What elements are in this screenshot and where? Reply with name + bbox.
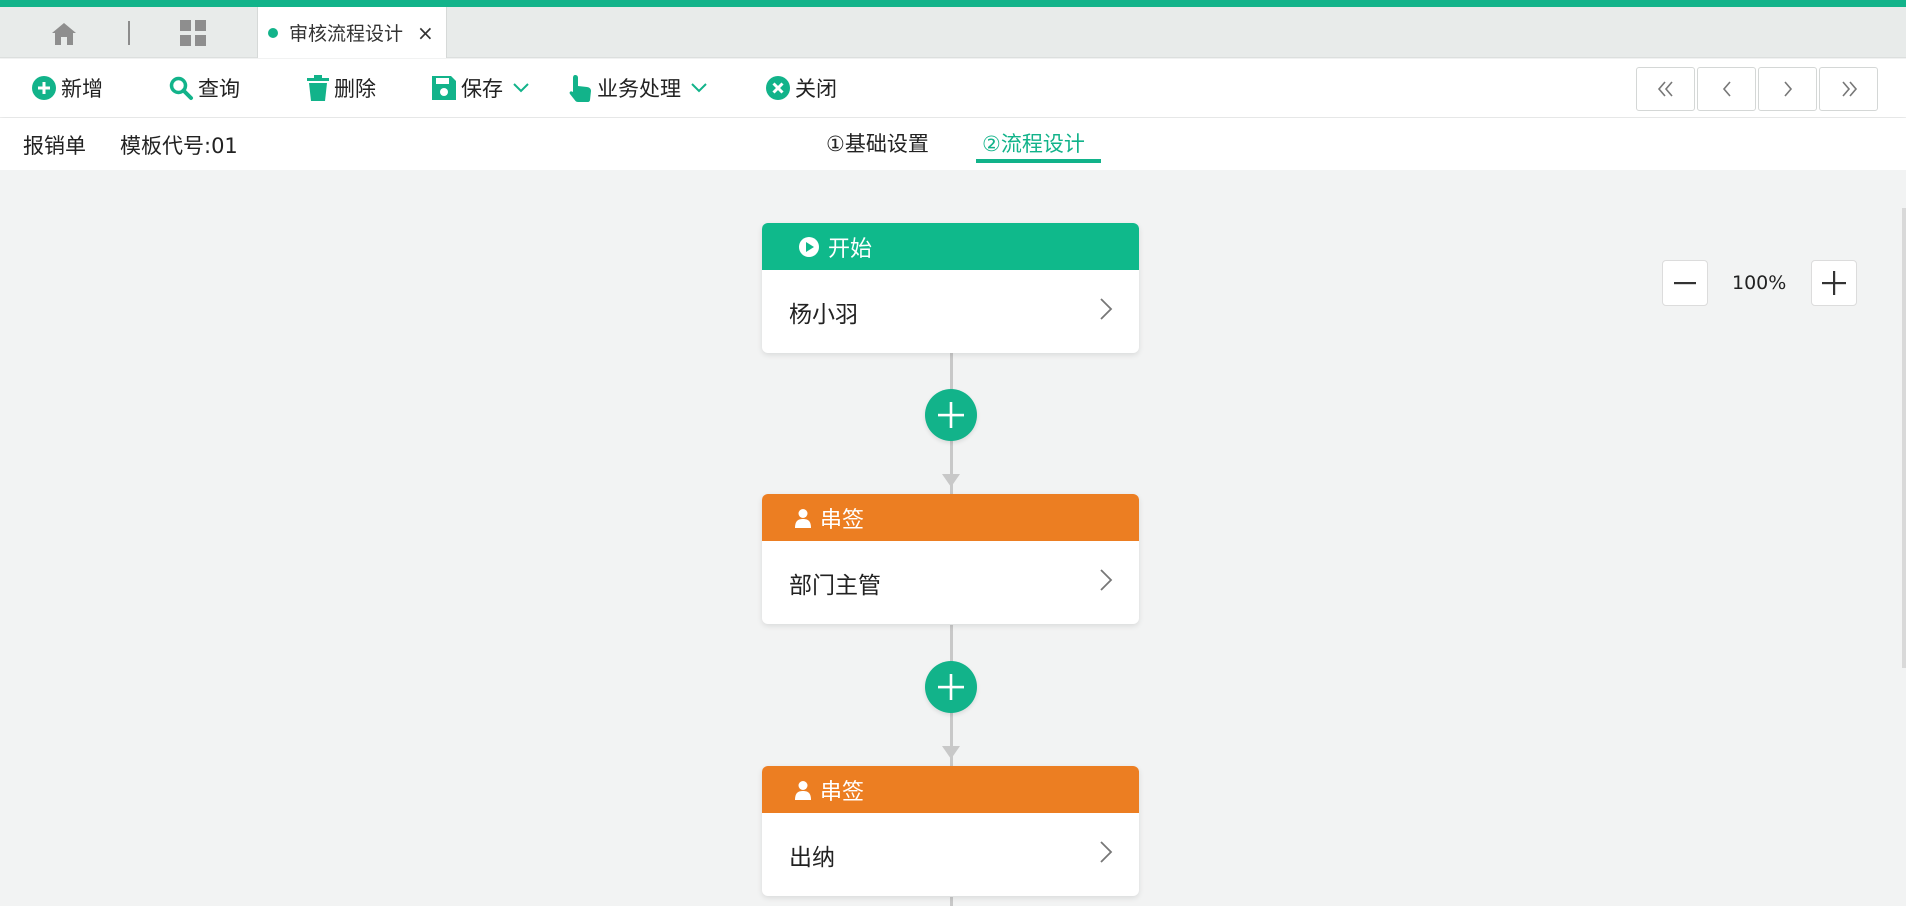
save-icon (432, 76, 456, 100)
last-page-button[interactable] (1819, 67, 1878, 111)
arrow-down-icon (942, 474, 960, 487)
flow-node-sign[interactable]: 串签 出纳 (762, 766, 1139, 896)
next-page-button[interactable] (1758, 67, 1817, 111)
chevron-right-icon (1100, 298, 1113, 320)
add-node-button[interactable] (925, 661, 977, 713)
plus-icon (938, 674, 964, 700)
node-title: 串签 (820, 507, 865, 533)
close-tab-icon[interactable]: × (417, 23, 434, 43)
node-assignee: 部门主管 (789, 572, 881, 599)
first-page-button[interactable] (1636, 67, 1695, 111)
node-header: 串签 (762, 766, 1139, 813)
active-tab-dot (268, 27, 278, 38)
prev-page-button[interactable] (1697, 67, 1756, 111)
chevron-down-icon (691, 83, 707, 93)
minus-icon (1674, 282, 1696, 285)
document-type-label: 报销单 (23, 134, 86, 158)
flow-node-sign[interactable]: 串签 部门主管 (762, 494, 1139, 624)
business-process-button[interactable]: 业务处理 (569, 69, 711, 107)
flow-canvas[interactable]: 100% 开始 杨小羽 串签 部门主管 串签 出纳 (0, 170, 1906, 906)
zoom-in-button[interactable] (1811, 260, 1857, 306)
last-page-icon (1841, 81, 1857, 97)
vertical-scrollbar[interactable] (1902, 208, 1906, 668)
plus-circle-icon (32, 76, 56, 100)
toolbar: 新增 查询 删除 保存 业务处理 关闭 (0, 59, 1906, 117)
zoom-level: 100% (1732, 272, 1787, 294)
form-subheader: 报销单 模板代号:01 ①基础设置 ②流程设计 (0, 118, 1906, 170)
node-assignee: 杨小羽 (789, 301, 858, 328)
node-body: 杨小羽 (762, 270, 1139, 353)
tab-flow-design[interactable]: ②流程设计 (982, 128, 1085, 162)
top-accent-bar (0, 0, 1906, 7)
home-tab[interactable] (46, 19, 82, 49)
close-button-label: 关闭 (795, 77, 837, 101)
user-icon (795, 508, 811, 528)
node-body: 部门主管 (762, 541, 1139, 624)
node-title: 开始 (828, 236, 873, 262)
save-button[interactable]: 保存 (431, 69, 533, 107)
add-button-label: 新增 (61, 77, 103, 101)
close-circle-icon (766, 76, 790, 100)
query-button[interactable]: 查询 (168, 69, 240, 107)
node-title: 串签 (820, 779, 865, 805)
user-icon (795, 780, 811, 800)
tab-approval-flow-design[interactable]: 审核流程设计 × (257, 7, 447, 58)
plus-icon (1822, 271, 1846, 295)
apps-tab[interactable] (176, 17, 210, 49)
hand-pointer-icon (569, 75, 591, 102)
flow-node-start[interactable]: 开始 杨小羽 (762, 223, 1139, 353)
first-page-icon (1657, 81, 1673, 97)
next-page-icon (1783, 81, 1792, 97)
arrow-down-icon (942, 746, 960, 759)
query-button-label: 查询 (198, 77, 240, 101)
close-button[interactable]: 关闭 (765, 69, 837, 107)
save-button-label: 保存 (461, 77, 503, 101)
delete-button-label: 删除 (334, 77, 376, 101)
grid-icon (180, 20, 206, 46)
play-circle-icon (799, 236, 819, 257)
node-header: 开始 (762, 223, 1139, 270)
delete-button[interactable]: 删除 (306, 69, 376, 107)
tab-label: 审核流程设计 (289, 23, 404, 45)
template-code-label: 模板代号:01 (120, 134, 238, 158)
tab-basic-settings[interactable]: ①基础设置 (826, 128, 929, 162)
tab-bar: 审核流程设计 × (0, 7, 1906, 58)
node-assignee: 出纳 (789, 844, 835, 871)
chevron-right-icon (1100, 841, 1113, 863)
flow-connector (950, 897, 953, 906)
business-process-label: 业务处理 (597, 77, 681, 101)
prev-page-icon (1722, 81, 1731, 97)
active-step-underline (976, 159, 1101, 163)
home-icon (52, 23, 76, 45)
node-body: 出纳 (762, 813, 1139, 896)
trash-icon (307, 75, 329, 101)
chevron-right-icon (1100, 569, 1113, 591)
tab-divider (128, 21, 130, 45)
add-node-button[interactable] (925, 389, 977, 441)
plus-icon (938, 402, 964, 428)
node-header: 串签 (762, 494, 1139, 541)
zoom-out-button[interactable] (1662, 260, 1708, 306)
chevron-down-icon (513, 83, 529, 93)
add-button[interactable]: 新增 (31, 69, 103, 107)
search-icon (169, 76, 193, 100)
